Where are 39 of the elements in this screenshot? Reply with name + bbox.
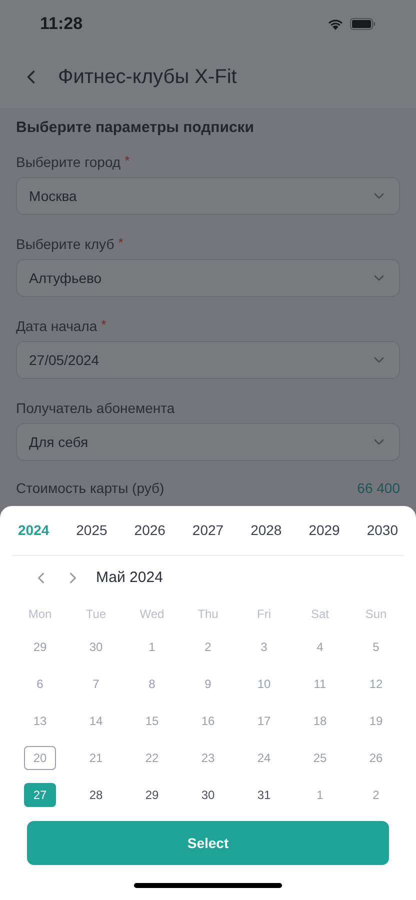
price-label: Стоимость карты (руб) <box>16 479 164 498</box>
weekday-label: Mon <box>27 606 53 623</box>
year-tab[interactable]: 2024 <box>18 520 50 541</box>
price-value: 66 400 <box>357 479 400 498</box>
section-heading: Выберите параметры подписки <box>16 119 256 137</box>
year-tab[interactable]: 2028 <box>250 520 282 541</box>
select-field[interactable]: 27/05/2024 <box>16 341 400 379</box>
calendar-day[interactable]: 30 <box>192 782 224 806</box>
year-tab[interactable]: 2025 <box>76 520 108 541</box>
required-mark: * <box>101 318 106 331</box>
month-title: Май 2024 <box>96 568 163 588</box>
field-label: Выберите клуб <box>16 236 114 253</box>
weekday-label: Fri <box>256 606 272 623</box>
calendar-day[interactable]: 29 <box>136 782 168 806</box>
select-field[interactable]: Алтуфьево <box>16 259 400 297</box>
calendar-day[interactable]: 28 <box>80 782 112 806</box>
year-tab[interactable]: 2029 <box>308 520 340 541</box>
weekday-label: Sat <box>310 606 330 623</box>
year-tab[interactable]: 2027 <box>192 520 224 541</box>
calendar-day[interactable]: 27 <box>24 782 56 806</box>
required-mark: * <box>118 236 124 249</box>
year-tab[interactable]: 2026 <box>134 520 166 541</box>
year-tab[interactable]: 2030 <box>366 520 398 541</box>
weekday-label: Sun <box>364 606 388 623</box>
page-title: Фитнес-клубы X-Fit <box>58 65 237 90</box>
select-field[interactable]: Москва <box>16 177 400 215</box>
field-label: Дата начала <box>16 318 98 335</box>
required-mark: * <box>124 154 130 167</box>
select-field[interactable]: Для себя <box>16 423 400 461</box>
field-label: Выберите город <box>16 154 121 171</box>
weekday-label: Thu <box>196 606 220 623</box>
wifi-icon <box>327 18 344 30</box>
status-time: 11:28 <box>40 13 83 36</box>
calendar-day[interactable]: 31 <box>248 782 280 806</box>
battery-icon <box>350 18 376 30</box>
weekday-label: Wed <box>138 606 166 623</box>
weekday-label: Tue <box>84 606 108 623</box>
select-button[interactable]: Select <box>27 821 389 865</box>
field-label: Получатель абонемента <box>16 400 175 417</box>
